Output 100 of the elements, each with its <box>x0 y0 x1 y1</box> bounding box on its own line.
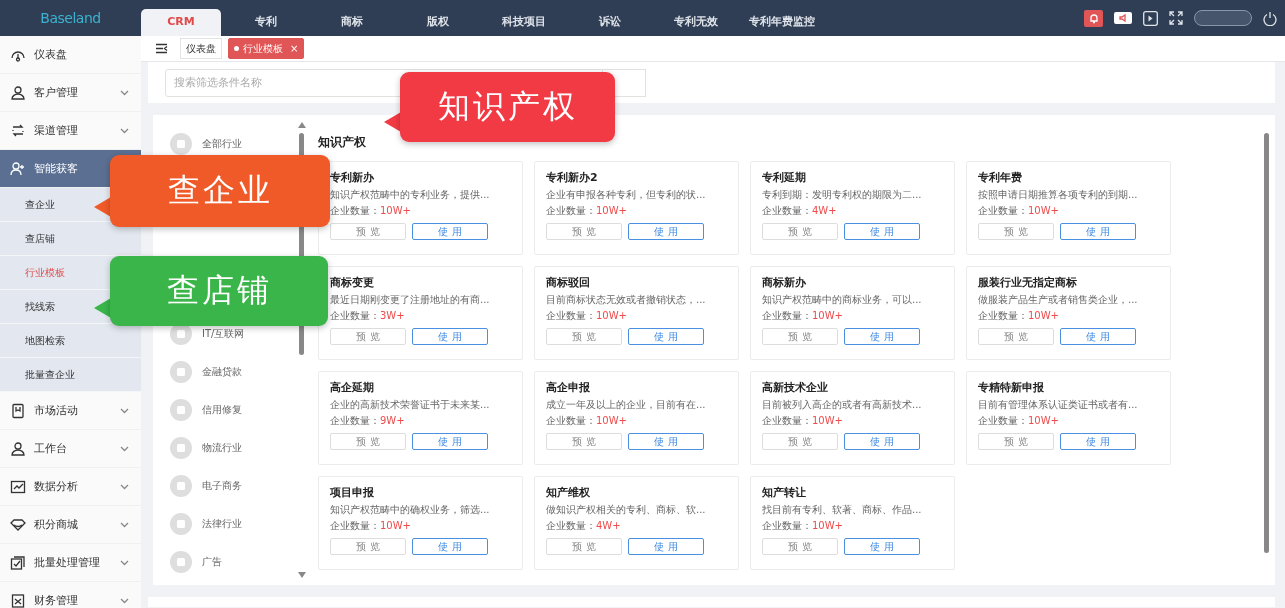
preview-button[interactable]: 预 览 <box>330 433 406 450</box>
nav-tab[interactable]: 专利无效 <box>653 9 739 36</box>
nav-tab[interactable]: 专利 <box>223 9 309 36</box>
nav-tab[interactable]: 专利年费监控 <box>739 9 825 36</box>
use-button[interactable]: 使 用 <box>844 433 920 450</box>
preview-button[interactable]: 预 览 <box>762 328 838 345</box>
count-value: 3W+ <box>380 310 405 321</box>
account-pill[interactable] <box>1194 10 1252 26</box>
preview-button[interactable]: 预 览 <box>546 538 622 555</box>
close-icon[interactable]: × <box>290 43 299 54</box>
count-label: 企业数量： <box>330 520 380 531</box>
preview-button[interactable]: 预 览 <box>978 433 1054 450</box>
menu-label: 客户管理 <box>34 85 79 100</box>
use-button[interactable]: 使 用 <box>412 328 488 345</box>
use-button[interactable]: 使 用 <box>412 223 488 240</box>
menu-item[interactable]: 财务管理 <box>0 582 141 608</box>
preview-button[interactable]: 预 览 <box>546 433 622 450</box>
preview-button[interactable]: 预 览 <box>978 223 1054 240</box>
industry-item[interactable]: 广告 <box>202 555 222 569</box>
card-title: 项目申报 <box>330 485 375 500</box>
page-tag[interactable]: 行业模板 × <box>228 38 305 59</box>
card-description: 做知识产权相关的专利、商标、软... <box>546 503 707 517</box>
use-button[interactable]: 使 用 <box>628 538 704 555</box>
nav-tab[interactable]: CRM <box>141 9 221 36</box>
count-value: 9W+ <box>380 415 405 426</box>
use-button[interactable]: 使 用 <box>844 223 920 240</box>
preview-button[interactable]: 预 览 <box>978 328 1054 345</box>
count-value: 10W+ <box>596 205 627 216</box>
menu-item[interactable]: 数据分析 <box>0 468 141 506</box>
use-button[interactable]: 使 用 <box>844 538 920 555</box>
submenu-item[interactable]: 批量查企业 <box>0 358 141 392</box>
use-button[interactable]: 使 用 <box>412 433 488 450</box>
industry-item[interactable]: 全部行业 <box>202 137 242 151</box>
card-title: 知产转让 <box>762 485 807 500</box>
use-button[interactable]: 使 用 <box>1060 328 1136 345</box>
person-icon <box>10 84 26 101</box>
submenu-item[interactable]: 地图检索 <box>0 324 141 358</box>
preview-button[interactable]: 预 览 <box>330 538 406 555</box>
preview-button[interactable]: 预 览 <box>330 223 406 240</box>
menu-item[interactable]: 工作台 <box>0 430 141 468</box>
industry-item[interactable]: 法律行业 <box>202 517 242 531</box>
card-title: 专利新办 <box>330 170 375 185</box>
menu-item[interactable]: 市场活动 <box>0 392 141 430</box>
menu-label: 积分商城 <box>34 517 79 532</box>
fullscreen-icon <box>1169 11 1183 25</box>
diamond-icon <box>10 516 26 533</box>
menu-item[interactable]: 批量处理管理 <box>0 544 141 582</box>
circle-icon <box>170 551 192 573</box>
card-description: 知识产权范畴中的商标业务，可以... <box>762 293 923 307</box>
count-label: 企业数量： <box>762 310 812 321</box>
card-title: 服装行业无指定商标 <box>978 275 1078 290</box>
card-description: 目前被列入高企的或者有高新技术... <box>762 398 923 412</box>
card-description: 知识产权范畴中的专利业务，提供... <box>330 188 491 202</box>
industry-item[interactable]: 物流行业 <box>202 441 242 455</box>
count-value: 10W+ <box>380 520 411 531</box>
use-button[interactable]: 使 用 <box>1060 223 1136 240</box>
preview-button[interactable]: 预 览 <box>762 433 838 450</box>
preview-button[interactable]: 预 览 <box>546 223 622 240</box>
industry-item[interactable]: 信用修复 <box>202 403 242 417</box>
industry-item[interactable]: 金融贷款 <box>202 365 242 379</box>
person-add-icon <box>10 160 26 177</box>
use-button[interactable]: 使 用 <box>412 538 488 555</box>
preview-button[interactable]: 预 览 <box>762 223 838 240</box>
use-button[interactable]: 使 用 <box>844 328 920 345</box>
page-tag[interactable]: 仪表盘 <box>180 38 222 59</box>
preview-button[interactable]: 预 览 <box>330 328 406 345</box>
count-label: 企业数量： <box>762 415 812 426</box>
card-description: 专利到期：发明专利权的期限为二... <box>762 188 923 202</box>
bell-icon[interactable] <box>1084 9 1103 27</box>
count-label: 企业数量： <box>546 520 596 531</box>
count-value: 10W+ <box>380 205 411 216</box>
use-button[interactable]: 使 用 <box>628 328 704 345</box>
count-value: 10W+ <box>812 310 843 321</box>
card-description: 找目前有专利、软著、商标、作品... <box>762 503 923 517</box>
menu-label: 工作台 <box>34 441 68 456</box>
use-button[interactable]: 使 用 <box>1060 433 1136 450</box>
preview-button[interactable]: 预 览 <box>762 538 838 555</box>
industry-item[interactable]: IT/互联网 <box>202 327 245 341</box>
submenu-item[interactable]: 查店铺 <box>0 222 141 256</box>
menu-item[interactable]: 客户管理 <box>0 74 141 112</box>
count-label: 企业数量： <box>546 205 596 216</box>
speaker-icon <box>1114 12 1132 24</box>
preview-button[interactable]: 预 览 <box>546 328 622 345</box>
use-button[interactable]: 使 用 <box>628 223 704 240</box>
circle-icon <box>170 133 192 155</box>
nav-tab[interactable]: 诉讼 <box>567 9 653 36</box>
section-title: 知识产权 <box>318 134 367 151</box>
menu-label: 数据分析 <box>34 479 79 494</box>
industry-item[interactable]: 电子商务 <box>202 479 242 493</box>
scroll-down-icon <box>298 572 306 578</box>
menu-label: 财务管理 <box>34 593 79 608</box>
nav-tab[interactable]: 商标 <box>309 9 395 36</box>
card-title: 商标新办 <box>762 275 807 290</box>
nav-tab[interactable]: 科技项目 <box>481 9 567 36</box>
logo: Baseland <box>40 10 101 26</box>
menu-item[interactable]: 积分商城 <box>0 506 141 544</box>
play-icon <box>1143 10 1158 26</box>
use-button[interactable]: 使 用 <box>628 433 704 450</box>
document-icon <box>10 592 26 608</box>
nav-tab[interactable]: 版权 <box>395 9 481 36</box>
